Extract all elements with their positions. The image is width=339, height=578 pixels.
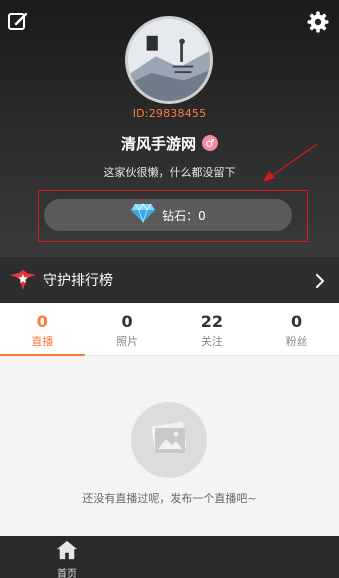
tab-fans[interactable]: 0 粉丝 xyxy=(254,303,339,355)
tab-following[interactable]: 22 关注 xyxy=(170,303,255,355)
chevron-right-icon xyxy=(313,273,327,288)
edit-icon[interactable] xyxy=(6,10,30,34)
stat-count: 0 xyxy=(121,312,133,331)
diamond-balance-button[interactable]: 钻石：0 xyxy=(44,199,292,231)
stat-count: 0 xyxy=(291,312,303,331)
nav-home[interactable]: 首页 xyxy=(48,540,86,578)
guard-ranking-row[interactable]: 守护排行榜 xyxy=(0,257,339,303)
avatar[interactable] xyxy=(125,16,213,104)
stat-label: 照片 xyxy=(116,335,139,348)
user-id: ID:29838455 xyxy=(132,107,207,120)
bottom-nav: 首页 xyxy=(0,536,339,578)
guard-icon xyxy=(9,269,37,291)
home-icon xyxy=(56,540,78,564)
stats-tabs: 0 直播 0 照片 22 关注 0 粉丝 xyxy=(0,303,339,356)
gear-icon[interactable] xyxy=(306,10,330,34)
stat-label: 关注 xyxy=(200,335,223,348)
empty-state-text: 还没有直播过呢，发布一个直播吧~ xyxy=(82,492,257,505)
stat-label: 粉丝 xyxy=(285,335,308,348)
stat-count: 22 xyxy=(200,312,223,331)
stat-count: 0 xyxy=(36,312,48,331)
stat-label: 直播 xyxy=(31,335,54,348)
image-placeholder-icon xyxy=(131,402,207,478)
diamond-icon xyxy=(130,203,156,227)
live-content-area: 还没有直播过呢，发布一个直播吧~ xyxy=(0,356,339,536)
tab-live[interactable]: 0 直播 xyxy=(0,303,85,356)
tab-photos[interactable]: 0 照片 xyxy=(85,303,170,355)
guard-title: 守护排行榜 xyxy=(43,273,113,289)
profile-header: ID:29838455 清风手游网 这家伙很懒，什么都没留下 钻石：0 xyxy=(0,0,339,257)
nav-home-label: 首页 xyxy=(57,569,77,578)
diamond-label: 钻石：0 xyxy=(162,208,206,223)
username: 清风手游网 xyxy=(120,134,196,153)
annotation-arrow xyxy=(263,143,318,182)
gender-icon xyxy=(202,135,218,151)
